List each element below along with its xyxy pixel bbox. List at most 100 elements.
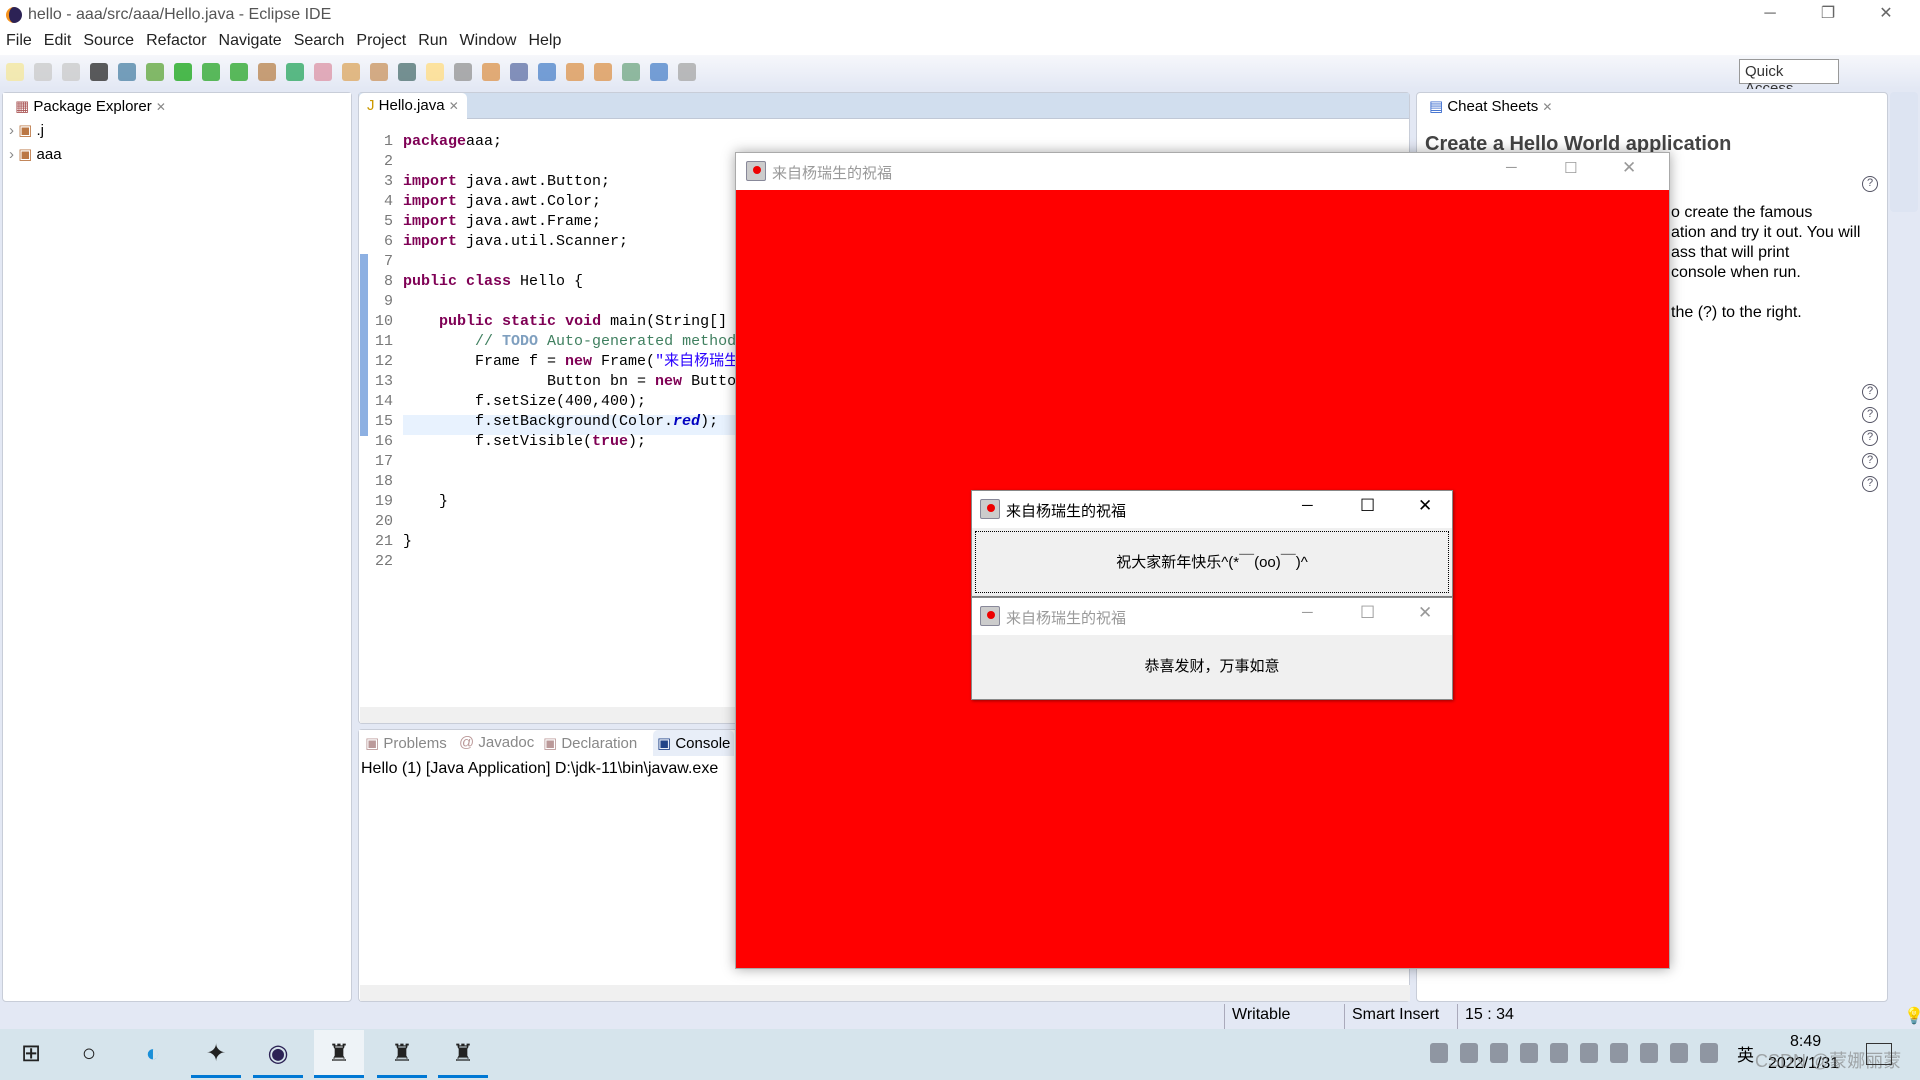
toolbar-button-icon[interactable] <box>286 63 304 81</box>
nvidia-icon[interactable] <box>1550 1043 1568 1063</box>
menu-help[interactable]: Help <box>522 30 567 52</box>
toolbar-button-icon[interactable] <box>146 63 164 81</box>
toolbar-button-icon[interactable] <box>594 63 612 81</box>
expand-chevron-icon[interactable]: › <box>9 122 18 139</box>
menu-navigate[interactable]: Navigate <box>213 30 288 52</box>
toolbar-button-icon[interactable] <box>118 63 136 81</box>
tree-item[interactable]: › ▣ .j <box>9 121 345 145</box>
toolbar-button-icon[interactable] <box>538 63 556 81</box>
dialog-title-bar[interactable]: 来自杨瑞生的祝福 ─ ☐ ✕ <box>972 598 1452 635</box>
tree-item[interactable]: › ▣ aaa <box>9 145 345 169</box>
dialog-title-bar[interactable]: 来自杨瑞生的祝福 ─ ☐ ✕ <box>972 491 1452 528</box>
tab-cheat-sheets[interactable]: ▤ Cheat Sheets ✕ <box>1421 93 1561 119</box>
help-icon[interactable]: ? <box>1862 476 1878 492</box>
fire-icon[interactable] <box>1580 1043 1598 1063</box>
help-icon[interactable]: ? <box>1862 453 1878 469</box>
frame-close-button[interactable]: ✕ <box>1622 158 1636 178</box>
notification-icon[interactable] <box>1866 1043 1892 1065</box>
dialog-minimize-button[interactable]: ─ <box>1302 497 1313 514</box>
toolbar-button-icon[interactable] <box>34 63 52 81</box>
taskbar-edge-button[interactable]: ◐ <box>128 1030 178 1078</box>
lightbulb-icon[interactable]: 💡 <box>1904 1006 1920 1026</box>
battery-icon[interactable] <box>1610 1043 1628 1063</box>
awt-button[interactable]: 恭喜发财，万事如意 <box>975 638 1449 696</box>
tab-hello-java[interactable]: J Hello.java ✕ <box>359 93 467 119</box>
dialog-window[interactable]: 来自杨瑞生的祝福 ─ ☐ ✕ 祝大家新年快乐^(*￣(oo)￣)^ <box>971 490 1453 597</box>
taskbar-java-app-button[interactable]: ♜ <box>314 1030 364 1078</box>
taskbar-windows-start-button[interactable]: ⊞ <box>6 1030 56 1078</box>
toolbar-button-icon[interactable] <box>566 63 584 81</box>
line-number: 11 <box>374 333 393 350</box>
toolbar-button-icon[interactable] <box>426 63 444 81</box>
tab-problems[interactable]: ▣ Problems <box>361 730 451 756</box>
taskbar-eclipse-button[interactable]: ◉ <box>253 1030 303 1078</box>
toolbar-button-icon[interactable] <box>90 63 108 81</box>
taskbar-search-circle-button[interactable]: ○ <box>64 1030 114 1078</box>
dialog-close-button[interactable]: ✕ <box>1418 496 1432 516</box>
menu-run[interactable]: Run <box>412 30 453 52</box>
tab-javadoc[interactable]: @ Javadoc <box>455 730 539 756</box>
taskbar: ⊞ ○ ◐ ✦ ◉ ♜ ♜ ♜ 英 8:49 2022/1/31 CSDN @蒙娜丽蒙 <box>0 1029 1920 1080</box>
toolbar-button-icon[interactable] <box>370 63 388 81</box>
toolbar-button-icon[interactable] <box>342 63 360 81</box>
console-scrollbar[interactable] <box>360 985 1410 1001</box>
toolbar-button-icon[interactable] <box>6 63 24 81</box>
menu-edit[interactable]: Edit <box>38 30 78 52</box>
restore-button[interactable]: ❐ <box>1800 0 1856 30</box>
toolbar-button-icon[interactable] <box>398 63 416 81</box>
microphone-icon[interactable] <box>1460 1043 1478 1063</box>
close-tab-icon[interactable]: ✕ <box>449 99 459 113</box>
dialog-minimize-button[interactable]: ─ <box>1302 604 1313 621</box>
toolbar-button-icon[interactable] <box>510 63 528 81</box>
toolbar-button-icon[interactable] <box>650 63 668 81</box>
taskbar-java-app-button[interactable]: ♜ <box>377 1030 427 1078</box>
toolbar-button-icon[interactable] <box>62 63 80 81</box>
dialog-window[interactable]: 来自杨瑞生的祝福 ─ ☐ ✕ 恭喜发财，万事如意 <box>971 597 1453 700</box>
close-tab-icon[interactable]: ✕ <box>1542 100 1552 114</box>
dialog-maximize-button[interactable]: ☐ <box>1360 603 1375 623</box>
tab-declaration[interactable]: ▣ Declaration <box>539 730 642 756</box>
toolbar-button-icon[interactable] <box>454 63 472 81</box>
close-button[interactable]: ✕ <box>1858 0 1914 30</box>
help-icon[interactable]: ? <box>1862 407 1878 423</box>
eclipse-icon: ◉ <box>267 1040 289 1067</box>
frame-title: 来自杨瑞生的祝福 <box>772 165 893 182</box>
taskbar-java-app-button[interactable]: ♜ <box>438 1030 488 1078</box>
help-icon[interactable]: ? <box>1862 176 1878 192</box>
toolbar-button-icon[interactable] <box>174 63 192 81</box>
tab-console[interactable]: ▣ Console <box>653 730 735 756</box>
shield-game-icon[interactable] <box>1430 1043 1448 1063</box>
toolbar-button-icon[interactable] <box>678 63 696 81</box>
frame-minimize-button[interactable]: ─ <box>1506 159 1517 176</box>
toolbar-button-icon[interactable] <box>622 63 640 81</box>
close-tab-icon[interactable]: ✕ <box>156 100 166 114</box>
dialog-close-button[interactable]: ✕ <box>1418 603 1432 623</box>
pen-icon[interactable] <box>1700 1043 1718 1063</box>
toolbar-button-icon[interactable] <box>314 63 332 81</box>
help-icon[interactable]: ? <box>1862 430 1878 446</box>
wifi-icon[interactable] <box>1640 1043 1658 1063</box>
help-icon[interactable]: ? <box>1862 384 1878 400</box>
toolbar-button-icon[interactable] <box>230 63 248 81</box>
security-icon[interactable] <box>1520 1043 1538 1063</box>
menu-source[interactable]: Source <box>77 30 140 52</box>
awt-button[interactable]: 祝大家新年快乐^(*￣(oo)￣)^ <box>975 531 1449 593</box>
menu-file[interactable]: File <box>0 30 38 52</box>
dialog-maximize-button[interactable]: ☐ <box>1360 496 1375 516</box>
minimize-button[interactable]: ─ <box>1742 0 1798 30</box>
toolbar-button-icon[interactable] <box>202 63 220 81</box>
toolbar-button-icon[interactable] <box>482 63 500 81</box>
window-icon[interactable] <box>1490 1043 1508 1063</box>
taskbar-game-button[interactable]: ✦ <box>191 1030 241 1078</box>
menu-search[interactable]: Search <box>288 30 351 52</box>
menu-refactor[interactable]: Refactor <box>140 30 212 52</box>
ime-indicator[interactable]: 英 <box>1737 1041 1754 1066</box>
frame-maximize-button[interactable]: ☐ <box>1564 159 1577 177</box>
mute-icon[interactable] <box>1670 1043 1688 1063</box>
menu-window[interactable]: Window <box>454 30 523 52</box>
menu-project[interactable]: Project <box>350 30 412 52</box>
tab-package-explorer[interactable]: ▦ Package Explorer ✕ <box>7 93 174 119</box>
quick-access-input[interactable]: Quick Access <box>1739 59 1839 97</box>
expand-chevron-icon[interactable]: › <box>9 146 18 163</box>
toolbar-button-icon[interactable] <box>258 63 276 81</box>
